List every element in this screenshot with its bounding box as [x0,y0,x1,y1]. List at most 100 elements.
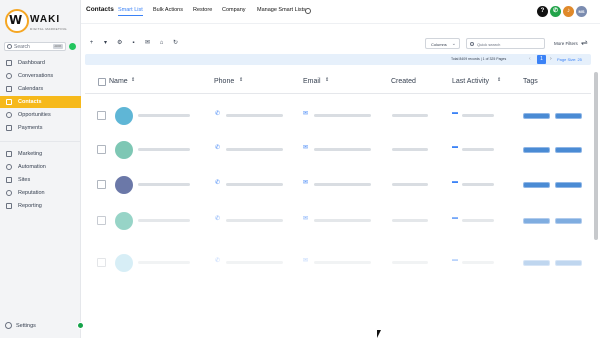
phone-placeholder [226,261,283,264]
tag-placeholder [555,260,582,266]
table-row[interactable]: ✆ ✉ ▬ [85,99,591,133]
quick-search-input[interactable]: Quick search [466,38,545,49]
phone-button[interactable]: ✆ [550,6,561,17]
name-placeholder [138,219,190,222]
message-icon[interactable]: ▪ [131,40,136,46]
table-row[interactable]: ✆ ✉ ▬ [85,133,591,167]
phone-placeholder [226,148,283,151]
row-checkbox[interactable] [97,258,106,267]
tab-company[interactable]: Company [222,7,246,13]
table-row[interactable]: ✆ ✉ ▬ [85,204,591,238]
filter-settings-icon[interactable]: ⇌ [581,39,589,47]
activity-placeholder [462,183,494,186]
activity-icon: ▬ [452,215,458,221]
records-total: Total 8409 records | 1 of 325 Pages [451,57,507,61]
search-icon [470,42,474,46]
sort-icon[interactable]: ⇕ [325,78,329,83]
previous-page-icon[interactable]: ‹ [529,56,531,62]
sidebar-item-reputation[interactable]: Reputation [0,187,81,199]
sidebar-item-marketing[interactable]: Marketing [0,148,81,160]
contacts-toolbar: + ▾ ⚙ ▪ ✉ ⌂ ↻ Columns ⌄ Quick search Mor… [81,36,600,52]
sidebar-search-input[interactable]: Search ctrl K [4,42,66,51]
avatar [115,141,133,159]
automation-add-icon[interactable]: ⚙ [117,40,122,46]
tab-restore[interactable]: Restore [193,7,212,13]
email-icon[interactable]: ✉ [145,40,150,46]
opportunities-icon [6,112,12,118]
email-icon: ✉ [303,180,309,186]
add-contact-icon[interactable]: + [89,40,94,46]
tab-bulk-actions[interactable]: Bulk Actions [153,7,183,13]
sidebar-item-reporting[interactable]: Reporting [0,200,81,212]
calendar-icon [6,86,12,92]
table-row[interactable]: ✆ ✉ ▬ [85,246,591,280]
tab-manage-smart-lists[interactable]: Manage Smart Lists [257,7,306,13]
search-shortcut-badge: ctrl K [53,44,63,49]
filter-icon[interactable]: ▾ [103,40,108,46]
created-placeholder [392,114,428,117]
help-button[interactable]: ? [537,6,548,17]
columns-dropdown[interactable]: Columns ⌄ [425,38,460,49]
sidebar-item-label: Calendars [18,86,44,92]
sidebar-item-contacts[interactable]: Contacts [0,96,81,108]
sidebar-item-sites[interactable]: Sites [0,174,81,186]
quick-action-icon[interactable] [69,43,76,50]
brand-logo[interactable]: W WAKI DIGITAL MARKETING [5,9,75,35]
column-header-last-activity[interactable]: Last Activity [452,78,489,85]
columns-label: Columns [431,42,447,47]
page-number-current[interactable]: 1 [537,55,546,64]
sort-icon[interactable]: ⇕ [131,78,135,83]
sidebar-item-label: Settings [16,323,36,329]
sidebar-item-label: Conversations [18,73,54,79]
column-header-phone[interactable]: Phone [214,78,234,85]
notifications-button[interactable]: ♪ [563,6,574,17]
row-checkbox[interactable] [97,145,106,154]
sidebar-item-dashboard[interactable]: Dashboard [0,57,81,69]
email-placeholder [314,148,371,151]
email-icon: ✉ [303,216,309,222]
column-header-email[interactable]: Email [303,78,321,85]
sidebar-item-payments[interactable]: Payments [0,122,81,134]
row-checkbox[interactable] [97,180,106,189]
tab-smart-list[interactable]: Smart List [118,7,143,16]
sidebar-item-settings[interactable]: Settings [0,320,81,332]
email-placeholder [314,219,371,222]
gear-icon [5,322,12,329]
table-row[interactable]: ✆ ✉ ▬ [85,168,591,202]
row-checkbox[interactable] [97,111,106,120]
sidebar-item-conversations[interactable]: Conversations [0,70,81,82]
sidebar-item-calendars[interactable]: Calendars [0,83,81,95]
name-placeholder [138,114,190,117]
email-placeholder [314,261,371,264]
select-all-checkbox[interactable] [98,78,106,86]
name-placeholder [138,148,190,151]
table-scrollbar[interactable] [594,72,598,240]
support-chat-icon[interactable] [77,322,84,329]
tag-icon[interactable]: ⌂ [159,40,164,46]
more-actions-icon[interactable]: ↻ [173,40,178,46]
mouse-cursor-icon [377,330,381,338]
activity-icon: ▬ [452,110,458,116]
sidebar-search-placeholder: Search [14,44,30,50]
sort-icon[interactable]: ⇕ [497,78,501,83]
name-placeholder [138,183,190,186]
page-size-selector[interactable]: Page Size: 25 [557,57,582,62]
sidebar-item-automation[interactable]: Automation [0,161,81,173]
name-placeholder [138,261,190,264]
more-filters-button[interactable]: More Filters [554,41,578,46]
next-page-icon[interactable]: › [550,56,552,62]
tag-placeholder [555,218,582,224]
sidebar-item-opportunities[interactable]: Opportunities [0,109,81,121]
row-checkbox[interactable] [97,216,106,225]
avatar [115,176,133,194]
column-header-created[interactable]: Created [391,78,416,85]
activity-icon: ▬ [452,257,458,263]
avatar[interactable]: MS [576,6,587,17]
activity-placeholder [462,114,494,117]
phone-icon: ✆ [215,180,221,186]
gear-icon[interactable] [305,8,311,14]
reporting-icon [6,203,12,209]
tag-placeholder [555,182,582,188]
column-header-name[interactable]: Name [109,78,128,85]
sort-icon[interactable]: ⇕ [239,78,243,83]
